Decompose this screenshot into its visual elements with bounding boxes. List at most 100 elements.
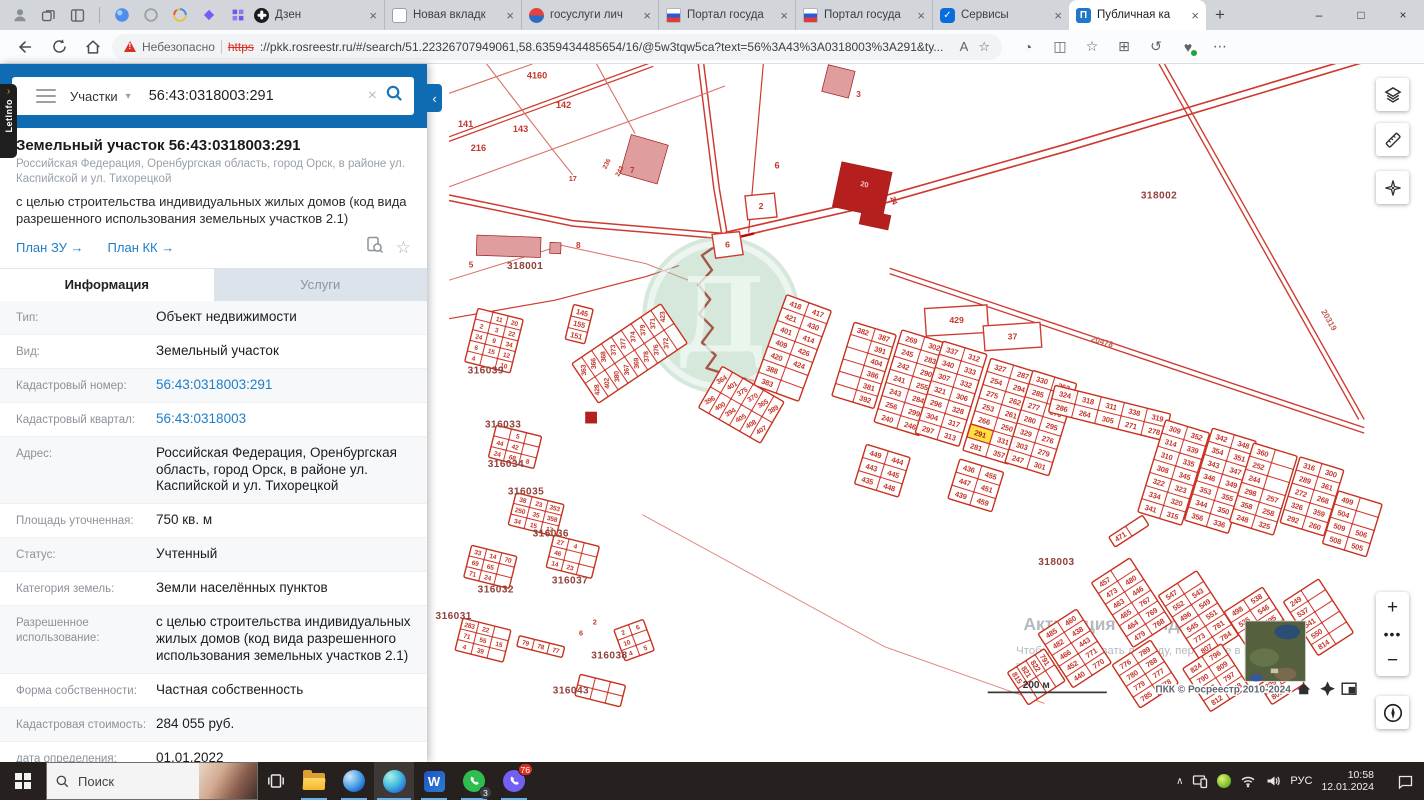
back-button[interactable]: [10, 33, 40, 61]
browser-tab[interactable]: Дзен ×: [247, 0, 384, 30]
clear-search-icon[interactable]: ×: [368, 87, 377, 105]
hidden-icons-chevron[interactable]: ∧: [1176, 776, 1183, 787]
wifi-icon[interactable]: [1240, 773, 1256, 789]
building: [549, 242, 562, 255]
info-row: Тип: Объект недвижимости: [0, 300, 427, 335]
favorite-star-icon[interactable]: ☆: [396, 239, 411, 256]
search-box[interactable]: Участки ▾ 56:43:0318003:291 ×: [12, 77, 414, 115]
history-icon[interactable]: ↺: [1144, 35, 1168, 59]
volume-icon[interactable]: [1265, 773, 1281, 789]
refresh-button[interactable]: [44, 33, 74, 61]
plan-zu-link[interactable]: План ЗУ →: [16, 240, 84, 255]
plan-kk-link[interactable]: План КК →: [108, 240, 175, 255]
extension-diamond-icon[interactable]: [199, 6, 218, 25]
browser-tab[interactable]: госуслуги лич ×: [521, 0, 658, 30]
taskbar-app-word[interactable]: W: [414, 762, 454, 800]
collapse-panel-button[interactable]: ‹: [427, 84, 442, 112]
device-cast-icon[interactable]: [1192, 773, 1208, 789]
copilot-icon[interactable]: [112, 6, 131, 25]
search-icon[interactable]: [385, 84, 404, 108]
letinfo-badge[interactable]: › LetInfo: [0, 84, 17, 158]
position-button[interactable]: [1376, 171, 1409, 204]
search-input[interactable]: 56:43:0318003:291: [149, 88, 360, 104]
extension-ring-icon[interactable]: [141, 6, 160, 25]
minimize-button[interactable]: –: [1298, 0, 1340, 30]
workspaces-icon[interactable]: [39, 6, 58, 25]
reading-mode-icon[interactable]: ◔: [1016, 35, 1040, 59]
notification-center-icon[interactable]: [1397, 773, 1414, 790]
taskbar-app-explorer[interactable]: [294, 762, 334, 800]
zoom-options-button[interactable]: •••: [1384, 623, 1402, 645]
svg-text:316031: 316031: [436, 611, 472, 622]
vertical-tabs-icon[interactable]: [68, 6, 87, 25]
tab-close-icon[interactable]: ×: [780, 8, 788, 23]
tab-close-icon[interactable]: ×: [1054, 8, 1062, 23]
info-label: Кадастровая стоимость:: [16, 718, 147, 731]
browser-tab[interactable]: Портал госуда ×: [658, 0, 795, 30]
address-bar[interactable]: Небезопасно https ://pkk.rosreestr.ru/#/…: [112, 33, 1002, 60]
tab-close-icon[interactable]: ×: [643, 8, 651, 23]
taskbar-app-viber[interactable]: 76: [494, 762, 534, 800]
security-warning-icon[interactable]: [124, 41, 136, 52]
layers-button[interactable]: [1376, 78, 1409, 111]
svg-text:142: 142: [556, 100, 571, 110]
task-view-button[interactable]: [258, 762, 294, 800]
tab-information[interactable]: Информация: [0, 267, 214, 301]
browser-tab[interactable]: Сервисы ×: [932, 0, 1069, 30]
edge-icon: [382, 769, 406, 793]
url-text[interactable]: ://pkk.rosreestr.ru/#/search/51.22326707…: [260, 40, 950, 54]
maximize-button[interactable]: □: [1340, 0, 1382, 30]
tab-close-icon[interactable]: ×: [917, 8, 925, 23]
tab-close-icon[interactable]: ×: [506, 8, 514, 23]
clock[interactable]: 10:58 12.01.2024: [1321, 769, 1374, 794]
read-aloud-icon[interactable]: A: [960, 39, 969, 54]
language-indicator[interactable]: РУС: [1290, 775, 1312, 787]
search-category-dropdown[interactable]: Участки: [70, 89, 118, 104]
extension-grid-icon[interactable]: [228, 6, 247, 25]
start-button[interactable]: [0, 762, 46, 800]
cadastral-link[interactable]: 56:43:0318003:291: [156, 377, 411, 394]
browser-tab[interactable]: Публичная ка ×: [1069, 0, 1206, 30]
panel-tabs: Информация Услуги: [0, 267, 428, 301]
collections-icon[interactable]: ⊞: [1112, 35, 1136, 59]
navbar-right-icons: ◔ ◫ ☆ ⊞ ↺ ♥ ⋯: [1016, 35, 1232, 59]
new-tab-button[interactable]: +: [1206, 1, 1234, 29]
taskbar-app-edge[interactable]: [374, 762, 414, 800]
info-row: Статус: Учтенный: [0, 538, 427, 573]
taskbar-app-photos[interactable]: [334, 762, 374, 800]
extension-arc-icon[interactable]: [170, 6, 189, 25]
antivirus-tray-icon[interactable]: [1217, 774, 1232, 788]
taskbar-apps: W 3 76: [294, 762, 534, 800]
measure-button[interactable]: [1376, 123, 1409, 156]
preview-icon[interactable]: [366, 236, 384, 259]
close-button[interactable]: ×: [1382, 0, 1424, 30]
zoom-out-button[interactable]: −: [1376, 645, 1409, 676]
split-screen-icon[interactable]: ◫: [1048, 35, 1072, 59]
favorites-icon[interactable]: ☆: [1080, 35, 1104, 59]
page-content: Д4293726Активация легендыЧтобы активиров…: [0, 64, 1424, 776]
browser-essentials-icon[interactable]: ♥: [1176, 35, 1200, 59]
compass-icon: [1383, 703, 1402, 722]
browser-tab[interactable]: Портал госуда ×: [795, 0, 932, 30]
taskbar-app-whatsapp[interactable]: 3: [454, 762, 494, 800]
info-value: Российская Федерация, Оренбургская облас…: [156, 444, 397, 494]
taskbar-search-box[interactable]: Поиск: [46, 762, 258, 800]
settings-more-icon[interactable]: ⋯: [1208, 35, 1232, 59]
cadastral-link[interactable]: 56:43:0318003: [156, 411, 411, 428]
profile-icon[interactable]: [10, 6, 29, 25]
locate-button[interactable]: [1376, 696, 1409, 729]
minimap[interactable]: [1244, 620, 1307, 682]
info-row: Адрес: Российская Федерация, Оренбургская…: [0, 436, 427, 505]
menu-icon[interactable]: [36, 88, 56, 104]
browser-tab[interactable]: Новая вкладк ×: [384, 0, 521, 30]
tab-close-icon[interactable]: ×: [369, 8, 377, 23]
home-button[interactable]: [78, 33, 108, 61]
tab-close-icon[interactable]: ×: [1191, 8, 1199, 23]
svg-text:141: 141: [458, 119, 473, 129]
tab-services[interactable]: Услуги: [214, 268, 428, 301]
zoom-in-button[interactable]: +: [1376, 592, 1409, 623]
windows-taskbar: Поиск W 3 76 ∧ РУС 10:58 12.01.2024: [0, 762, 1424, 800]
add-favorite-icon[interactable]: ☆: [978, 39, 990, 55]
search-daily-image[interactable]: [199, 763, 257, 799]
browser-left-icons: [0, 0, 247, 30]
